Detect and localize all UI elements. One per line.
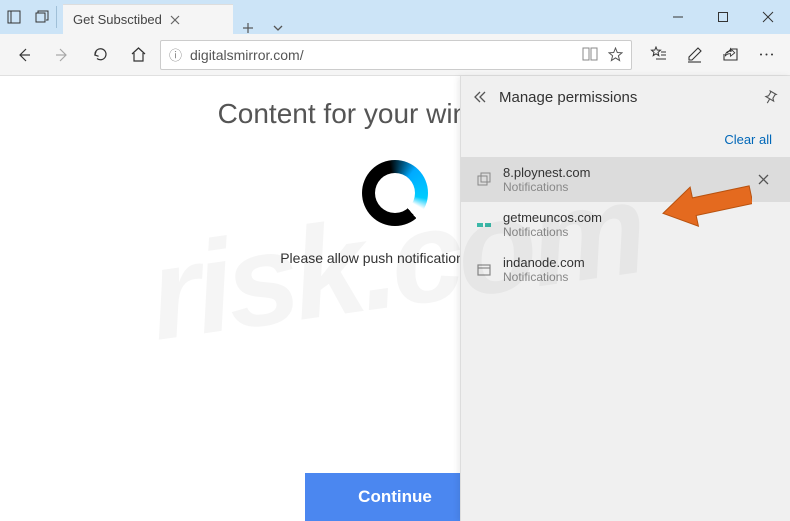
close-tab-icon[interactable]: [170, 15, 180, 25]
clear-all-label: Clear all: [724, 132, 772, 147]
new-tab-button[interactable]: [233, 22, 263, 34]
separator: [56, 6, 57, 28]
reading-view-icon[interactable]: [582, 47, 598, 62]
panel-header: Manage permissions: [461, 76, 790, 118]
favorite-icon[interactable]: [608, 47, 623, 62]
site-icon: [475, 261, 493, 279]
tab-tools-icon[interactable]: [263, 22, 293, 34]
minimize-button[interactable]: [655, 0, 700, 34]
permission-item[interactable]: 8.ploynest.com Notifications: [461, 157, 790, 202]
permissions-list: 8.ploynest.com Notifications getmeuncos.…: [461, 157, 790, 292]
permission-item[interactable]: getmeuncos.com Notifications: [461, 202, 790, 247]
show-tabs-icon[interactable]: [28, 0, 56, 34]
window-controls: [655, 0, 790, 34]
url-text: digitalsmirror.com/: [190, 47, 574, 63]
permission-domain: 8.ploynest.com: [503, 165, 748, 180]
home-button[interactable]: [122, 39, 154, 71]
forward-button[interactable]: [46, 39, 78, 71]
close-window-button[interactable]: [745, 0, 790, 34]
continue-button[interactable]: Continue: [305, 473, 485, 521]
back-button[interactable]: [8, 39, 40, 71]
title-bar: Get Subsctibed: [0, 0, 790, 34]
share-icon[interactable]: [714, 39, 746, 71]
permission-type: Notifications: [503, 270, 776, 284]
favorites-list-icon[interactable]: [642, 39, 674, 71]
tab-actions: [0, 0, 56, 34]
refresh-button[interactable]: [84, 39, 116, 71]
tab-title: Get Subsctibed: [73, 12, 162, 27]
permissions-panel: Manage permissions Clear all 8.ploynest.…: [460, 76, 790, 521]
continue-label: Continue: [358, 487, 432, 507]
remove-permission-icon[interactable]: [758, 174, 776, 185]
tab-get-subscribed[interactable]: Get Subsctibed: [63, 4, 233, 34]
permission-domain: getmeuncos.com: [503, 210, 776, 225]
site-info-icon[interactable]: ⓘ: [169, 45, 182, 64]
tab-strip: Get Subsctibed: [63, 0, 293, 34]
site-icon: [475, 171, 493, 189]
permission-type: Notifications: [503, 180, 748, 194]
clear-all-link[interactable]: Clear all: [461, 118, 790, 157]
toolbar: ⓘ digitalsmirror.com/: [0, 34, 790, 76]
permission-item[interactable]: indanode.com Notifications: [461, 247, 790, 292]
permission-domain: indanode.com: [503, 255, 776, 270]
site-icon: [475, 216, 493, 234]
panel-back-icon[interactable]: [473, 90, 487, 104]
maximize-button[interactable]: [700, 0, 745, 34]
permission-type: Notifications: [503, 225, 776, 239]
loading-spinner-icon: [362, 160, 428, 226]
panel-title: Manage permissions: [499, 89, 751, 106]
more-icon[interactable]: [750, 39, 782, 71]
tabs-aside-icon[interactable]: [0, 0, 28, 34]
pin-icon[interactable]: [763, 90, 778, 105]
notes-icon[interactable]: [678, 39, 710, 71]
address-bar[interactable]: ⓘ digitalsmirror.com/: [160, 40, 632, 70]
